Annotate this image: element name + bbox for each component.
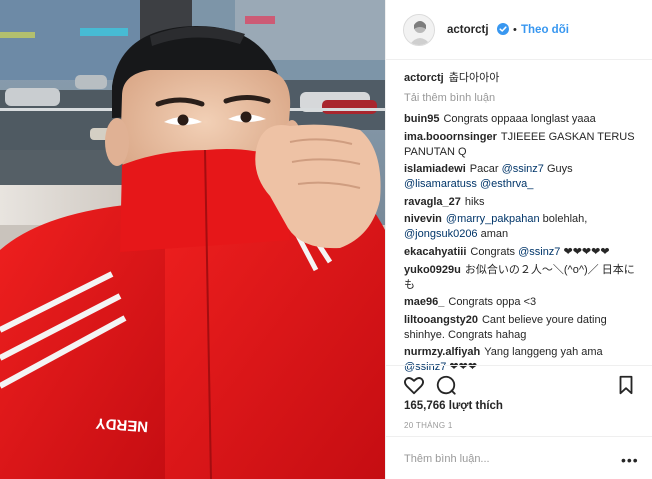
caption-username[interactable]: actorctj — [404, 72, 444, 84]
post-photo[interactable]: NERDY — [0, 0, 385, 479]
comment-username[interactable]: yuko0929u — [404, 264, 461, 276]
caption-text: 춥다아아아 — [448, 72, 500, 84]
comment-items: buin95 Congrats oppaaa longlast yaaa ima.b… — [404, 112, 640, 375]
comment-item: islamiadewi Pacar @ssinz7 Guys @lisamarat… — [404, 162, 640, 192]
comment-username[interactable]: buin95 — [404, 113, 439, 125]
comment-item: ravagla_27 hiks — [404, 195, 640, 210]
add-comment-bar: Thêm bình luận... ••• — [386, 436, 652, 479]
comment-text: Guys — [543, 163, 573, 176]
post-photo-image: NERDY — [0, 0, 385, 479]
comment-text: ❤❤❤❤❤ — [560, 245, 610, 258]
comment-item: buin95 Congrats oppaaa longlast yaaa — [404, 112, 640, 127]
comment-username[interactable]: nivevin — [404, 213, 442, 225]
comment-icon[interactable] — [435, 374, 457, 396]
post-date: 20 THÁNG 1 — [404, 421, 453, 430]
header-separator: • — [513, 24, 517, 36]
comment-username[interactable]: nurmzy.alfiyah — [404, 346, 480, 358]
comment-text: aman — [477, 228, 509, 241]
load-more-comments-button[interactable]: Tải thêm bình luận — [404, 90, 640, 112]
likes-count[interactable]: 165,766 lượt thích — [404, 400, 503, 412]
comment-text: hiks — [464, 195, 485, 208]
comment-text: Congrats — [470, 245, 519, 258]
avatar[interactable] — [403, 14, 435, 46]
comment-mention-link[interactable]: @esthrva_ — [480, 178, 533, 190]
comment-mention-link[interactable]: @ssinz7 — [518, 246, 560, 258]
comment-item: yuko0929u お似合いの２人〜＼(^o^)／ 日本にも — [404, 263, 640, 293]
post-header: actorctj • Theo dõi — [386, 0, 652, 60]
comment-mention-link[interactable]: @marry_pakpahan — [446, 213, 540, 225]
comment-mention-link[interactable]: @ssinz7 — [502, 163, 544, 175]
comment-text: Pacar — [469, 163, 502, 176]
post-author-username[interactable]: actorctj — [447, 24, 489, 36]
comment-username[interactable]: ravagla_27 — [404, 196, 461, 208]
comment-text: bolehlah, — [539, 213, 588, 226]
comment-mention-link[interactable]: @lisamaratuss — [404, 178, 477, 190]
more-options-icon[interactable]: ••• — [621, 452, 639, 468]
comment-username[interactable]: ima.booornsinger — [404, 131, 497, 143]
comment-username[interactable]: liltooangsty20 — [404, 314, 478, 326]
comment-mention-link[interactable]: @jongsuk0206 — [404, 228, 478, 240]
comment-username[interactable]: ekacahyatiii — [404, 246, 466, 258]
comment-text: Yang langgeng yah ama — [484, 346, 603, 359]
comment-username[interactable]: islamiadewi — [404, 163, 466, 175]
avatar-image — [404, 15, 434, 45]
comment-text: Congrats oppa <3 — [448, 296, 537, 309]
bookmark-icon[interactable] — [615, 374, 637, 396]
comment-item: nivevin @marry_pakpahan bolehlah, @jongsu… — [404, 212, 640, 242]
comment-item: liltooangsty20 Cant believe youre dating … — [404, 313, 640, 343]
comment-item: ekacahyatiii Congrats @ssinz7 ❤❤❤❤❤ — [404, 245, 640, 260]
comment-item: ima.booornsinger TJIEEEE GASKAN TERUS PAN… — [404, 130, 640, 160]
instagram-post: NERDY actorctj • Theo dõi actorctj 춥다아아아… — [0, 0, 652, 479]
post-detail-panel: actorctj • Theo dõi actorctj 춥다아아아 Tải th… — [385, 0, 652, 479]
comment-item: mae96_ Congrats oppa <3 — [404, 295, 640, 310]
add-comment-input[interactable]: Thêm bình luận... — [404, 453, 490, 465]
post-caption: actorctj 춥다아아아 — [404, 70, 640, 90]
comments-list: actorctj 춥다아아아 Tải thêm bình luận buin95 C… — [404, 70, 640, 378]
heart-icon[interactable] — [403, 374, 425, 396]
verified-badge-icon — [497, 23, 509, 35]
comment-username[interactable]: mae96_ — [404, 296, 444, 308]
follow-button[interactable]: Theo dõi — [521, 24, 569, 36]
comment-text: Congrats oppaaa longlast yaaa — [443, 113, 596, 125]
action-bar — [386, 365, 652, 399]
